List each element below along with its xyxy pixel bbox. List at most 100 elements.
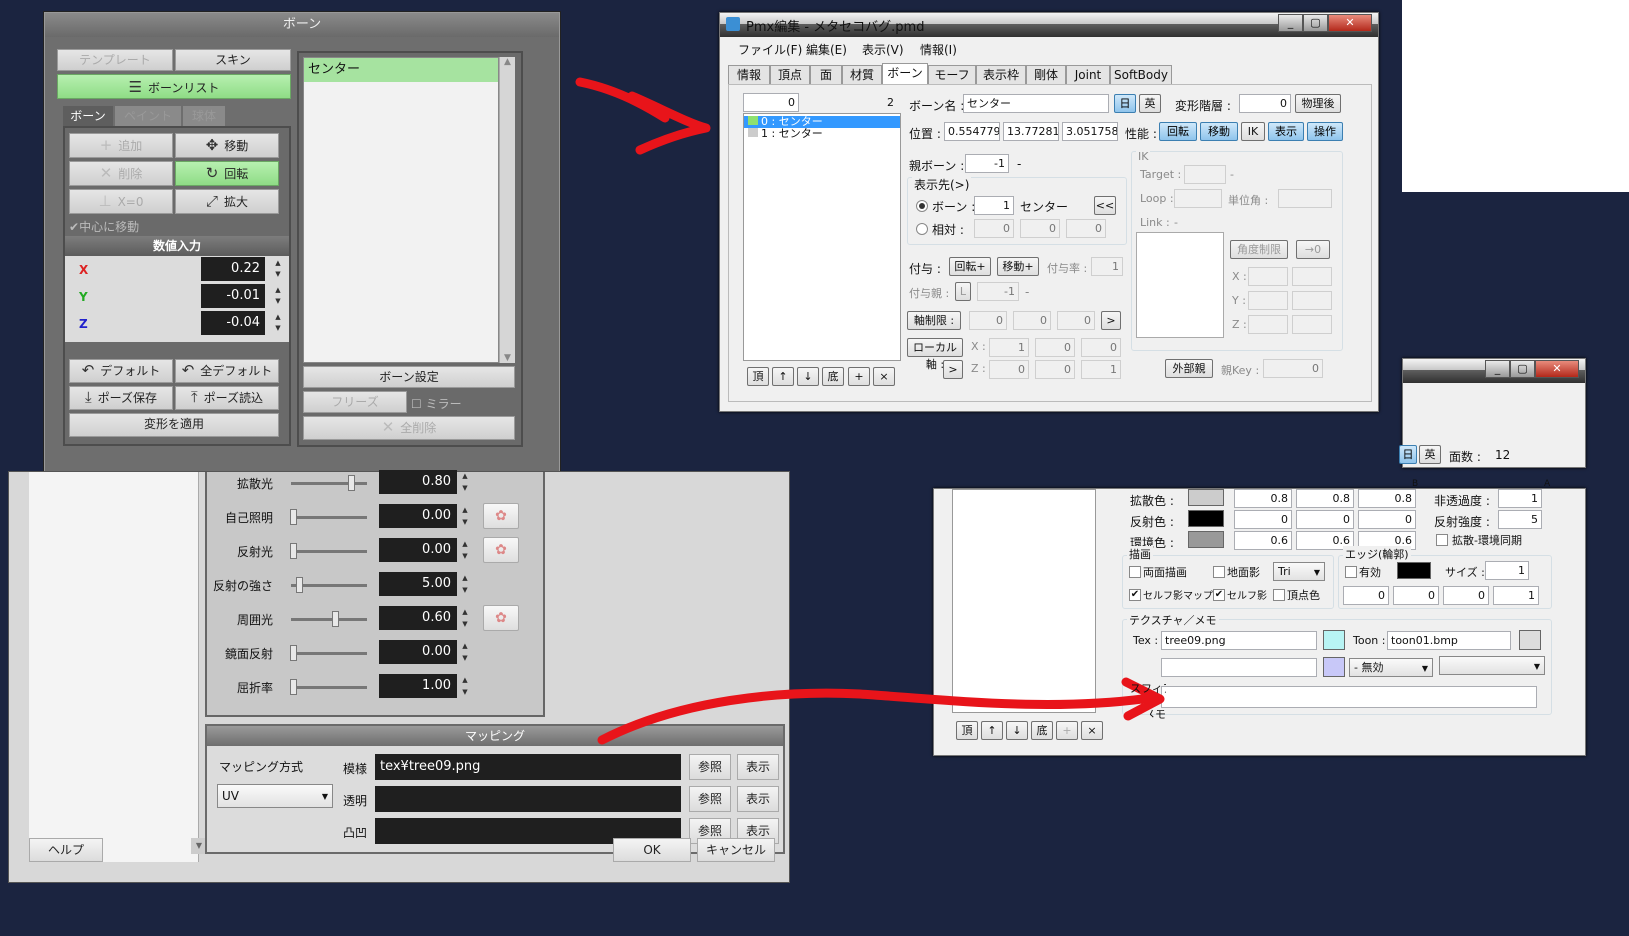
diffuse-g-field[interactable]: 0.8 — [1296, 489, 1354, 508]
ik-y-max-field[interactable] — [1292, 291, 1332, 310]
angle-limit-button[interactable]: 角度制限 — [1230, 240, 1288, 259]
list-top-button[interactable]: 頂 — [956, 721, 978, 740]
tab-display-frame[interactable]: 表示枠 — [976, 65, 1026, 84]
local-z3-field[interactable]: 1 — [1081, 360, 1121, 379]
ik-loop-field[interactable] — [1174, 189, 1222, 208]
close-icon[interactable]: ✕ — [1535, 360, 1579, 378]
ik-x-min-field[interactable] — [1248, 267, 1288, 286]
lighting-slider[interactable] — [291, 686, 367, 689]
z-value-field[interactable]: -0.04 — [201, 311, 265, 335]
lighting-spinner[interactable]: ▲ ▼ — [459, 674, 471, 698]
specular-r-field[interactable]: 0 — [1234, 510, 1292, 529]
ground-shadow-checkbox[interactable] — [1213, 566, 1225, 578]
diffuse-env-sync-checkbox[interactable] — [1436, 534, 1448, 546]
local-z1-field[interactable]: 0 — [989, 360, 1029, 379]
position-z-field[interactable]: 3.051758E — [1062, 122, 1118, 141]
lighting-slider[interactable] — [291, 618, 367, 621]
ik-unit-angle-field[interactable] — [1278, 189, 1332, 208]
menu-edit[interactable]: 編集(E) — [806, 41, 847, 58]
list-bottom-button[interactable]: 底 — [822, 367, 844, 386]
ik-x-max-field[interactable] — [1292, 267, 1332, 286]
slider-thumb[interactable] — [290, 679, 298, 695]
lighting-spinner[interactable]: ▲ ▼ — [459, 504, 471, 528]
toon-field[interactable]: toon01.bmp — [1387, 631, 1511, 650]
specular-b-field[interactable]: 0 — [1358, 510, 1416, 529]
grant-rotate-button[interactable]: 回転+ — [949, 257, 991, 276]
diffuse-swatch[interactable] — [1188, 489, 1224, 506]
x-zero-button[interactable]: ⊥ X=0 — [69, 189, 173, 214]
lighting-slider[interactable] — [291, 550, 367, 553]
slider-thumb[interactable] — [296, 577, 304, 593]
bone-settings-button[interactable]: ボーン設定 — [303, 366, 515, 388]
bone-listbox[interactable]: 0 : センター 1 : センター — [743, 113, 901, 361]
radio-relative[interactable] — [916, 223, 928, 235]
local-x2-field[interactable]: 0 — [1035, 338, 1075, 357]
x-spinner[interactable]: ▲ ▼ — [271, 258, 285, 280]
mirror-checkbox[interactable]: ☐ ミラー — [411, 395, 462, 412]
lighting-value-field[interactable]: 0.80 — [379, 470, 457, 494]
edge-a-field[interactable]: 1 — [1493, 586, 1539, 605]
perf-operate-button[interactable]: 操作 — [1307, 122, 1343, 141]
after-physics-button[interactable]: 物理後 — [1295, 94, 1341, 113]
list-up-button[interactable]: ↑ — [981, 721, 1003, 740]
position-y-field[interactable]: 13.77281 — [1003, 122, 1059, 141]
lighting-slider[interactable] — [291, 652, 367, 655]
list-delete-button[interactable]: × — [873, 367, 895, 386]
specular-g-field[interactable]: 0 — [1296, 510, 1354, 529]
radio-bone[interactable] — [916, 200, 928, 212]
tex-preview-swatch[interactable] — [1323, 630, 1345, 650]
lighting-spinner[interactable]: ▲ ▼ — [459, 606, 471, 630]
grant-move-button[interactable]: 移動+ — [997, 257, 1039, 276]
axis-x-field[interactable]: 0 — [969, 311, 1007, 330]
bone-row[interactable]: 1 : センター — [744, 128, 900, 140]
tab-bone[interactable]: ボーン — [882, 63, 928, 85]
ambient-swatch[interactable] — [1188, 531, 1224, 548]
list-add-button[interactable]: + — [848, 367, 870, 386]
lighting-spinner[interactable]: ▲ ▼ — [459, 640, 471, 664]
edge-color-swatch[interactable] — [1397, 562, 1431, 579]
add-button[interactable]: + 追加 — [69, 133, 173, 158]
texture-path-field[interactable]: tex¥tree09.png — [375, 754, 681, 780]
lighting-value-field[interactable]: 5.00 — [379, 572, 457, 596]
axis-apply-button[interactable]: > — [1101, 311, 1121, 330]
primitive-select[interactable]: Tri — [1273, 562, 1325, 581]
external-parent-button[interactable]: 外部親 — [1165, 359, 1213, 378]
close-icon[interactable]: ✕ — [1328, 14, 1372, 32]
move-button[interactable]: ✥ 移動 — [175, 133, 279, 158]
color-picker-icon[interactable]: ✿ — [483, 537, 519, 563]
slider-thumb[interactable] — [290, 543, 298, 559]
vertex-color-checkbox[interactable] — [1273, 589, 1285, 601]
edge-size-field[interactable]: 1 — [1485, 561, 1529, 580]
list-item[interactable]: センター — [304, 58, 498, 82]
lighting-value-field[interactable]: 0.00 — [379, 504, 457, 528]
lang-jp-button[interactable]: 日 — [1399, 445, 1417, 464]
display-bone-field[interactable]: 1 — [974, 196, 1014, 215]
slider-thumb[interactable] — [348, 475, 356, 491]
ik-z-max-field[interactable] — [1292, 315, 1332, 334]
y-spinner[interactable]: ▲ ▼ — [271, 285, 285, 307]
sphere-field[interactable] — [1161, 658, 1317, 677]
grant-rate-field[interactable]: 1 — [1091, 257, 1123, 276]
tab-rigid-body[interactable]: 剛体 — [1026, 65, 1066, 84]
bone-list-scrollbar[interactable]: ▲ ▼ — [499, 57, 515, 363]
local-x3-field[interactable]: 0 — [1081, 338, 1121, 357]
ambient-r-field[interactable]: 0.6 — [1234, 531, 1292, 550]
tab-info[interactable]: 情報 — [728, 65, 770, 84]
alpha-field[interactable]: 1 — [1498, 489, 1542, 508]
toon-preview-swatch[interactable] — [1519, 630, 1541, 650]
color-picker-icon[interactable]: ✿ — [483, 503, 519, 529]
lang-en-button[interactable]: 英 — [1419, 445, 1441, 464]
list-top-button[interactable]: 頂 — [747, 367, 769, 386]
scale-button[interactable]: ⤢ 拡大 — [175, 189, 279, 214]
lighting-spinner[interactable]: ▲ ▼ — [459, 470, 471, 494]
lighting-slider[interactable] — [291, 516, 367, 519]
tab-vertex[interactable]: 頂点 — [770, 65, 810, 84]
perf-display-button[interactable]: 表示 — [1268, 122, 1304, 141]
perf-rotate-button[interactable]: 回転 — [1159, 122, 1197, 141]
back-button[interactable]: << — [1094, 196, 1116, 215]
bone-list[interactable]: センター — [303, 57, 499, 363]
bone-list-button[interactable]: ☰ ボーンリスト — [57, 74, 291, 99]
axis-z-field[interactable]: 0 — [1057, 311, 1095, 330]
apply-transform-button[interactable]: 変形を適用 — [69, 413, 279, 437]
list-add-button[interactable]: + — [1056, 721, 1078, 740]
